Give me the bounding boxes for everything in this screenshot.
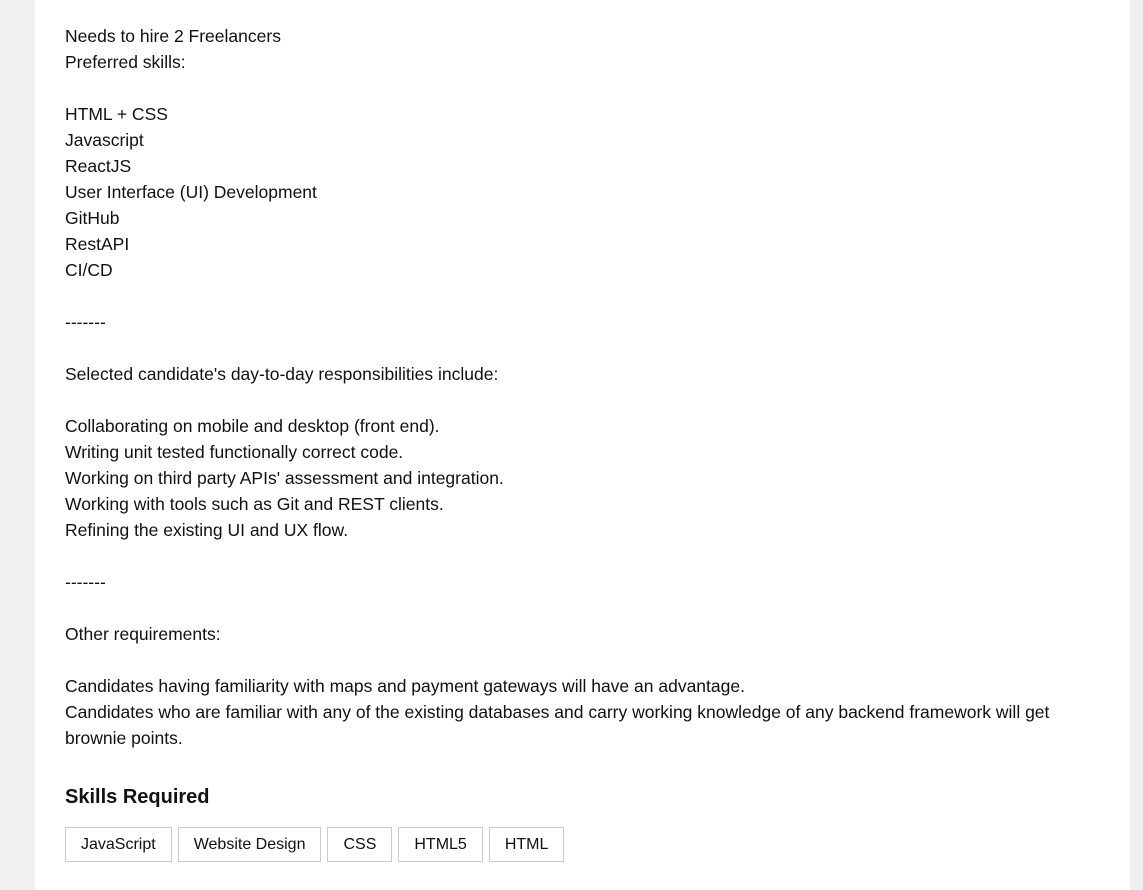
responsibility-item: Refining the existing UI and UX flow. bbox=[65, 520, 349, 540]
preferred-skill-item: GitHub bbox=[65, 208, 120, 228]
section-separator: ------- bbox=[65, 572, 106, 592]
other-requirements-heading: Other requirements: bbox=[65, 624, 221, 644]
preferred-skill-item: RestAPI bbox=[65, 234, 130, 254]
preferred-skill-item: Javascript bbox=[65, 130, 144, 150]
skill-tag-css[interactable]: CSS bbox=[327, 827, 393, 862]
preferred-skills-label: Preferred skills: bbox=[65, 52, 186, 72]
responsibilities-heading: Selected candidate's day-to-day responsi… bbox=[65, 364, 499, 384]
skill-tag-html5[interactable]: HTML5 bbox=[398, 827, 483, 862]
preferred-skill-item: CI/CD bbox=[65, 260, 113, 280]
responsibility-item: Working on third party APIs' assessment … bbox=[65, 468, 504, 488]
preferred-skill-item: User Interface (UI) Development bbox=[65, 182, 317, 202]
intro-line: Needs to hire 2 Freelancers bbox=[65, 26, 281, 46]
preferred-skill-item: ReactJS bbox=[65, 156, 132, 176]
job-description-body: Needs to hire 2 Freelancers Preferred sk… bbox=[65, 23, 1075, 751]
skill-tag-website-design[interactable]: Website Design bbox=[177, 827, 322, 862]
responsibility-item: Writing unit tested functionally correct… bbox=[65, 442, 404, 462]
other-requirement-item: Candidates who are familiar with any of … bbox=[65, 702, 1050, 748]
responsibility-item: Collaborating on mobile and desktop (fro… bbox=[65, 416, 440, 436]
skills-required-heading: Skills Required bbox=[65, 786, 210, 808]
preferred-skill-item: HTML + CSS bbox=[65, 104, 168, 124]
skills-tag-list: JavaScript Website Design CSS HTML5 HTML bbox=[65, 827, 565, 862]
skill-tag-html[interactable]: HTML bbox=[488, 827, 565, 862]
job-description-card: Needs to hire 2 Freelancers Preferred sk… bbox=[35, 0, 1130, 890]
other-requirement-item: Candidates having familiarity with maps … bbox=[65, 676, 745, 696]
section-separator: ------- bbox=[65, 312, 106, 332]
skill-tag-javascript[interactable]: JavaScript bbox=[65, 827, 172, 862]
responsibility-item: Working with tools such as Git and REST … bbox=[65, 494, 444, 514]
